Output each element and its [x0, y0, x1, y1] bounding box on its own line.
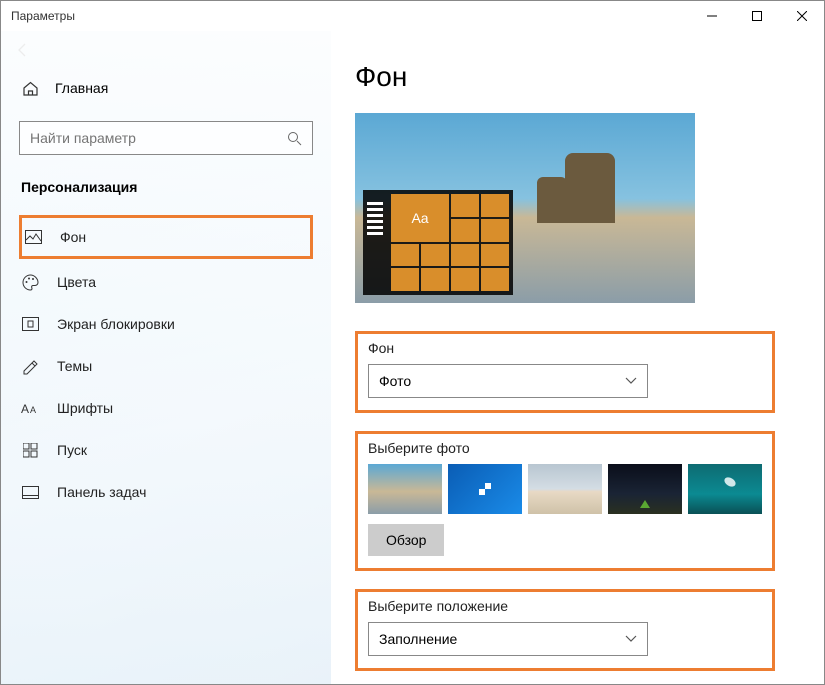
- svg-text:A: A: [30, 405, 36, 415]
- sidebar-item-themes[interactable]: Темы: [1, 345, 331, 387]
- dropdown-value: Фото: [379, 373, 411, 389]
- nav-label: Панель задач: [57, 484, 146, 500]
- chevron-down-icon: [625, 377, 637, 385]
- nav-label: Фон: [60, 229, 86, 245]
- home-label: Главная: [55, 80, 108, 96]
- photo-thumb-1[interactable]: [368, 464, 442, 514]
- section-title: Персонализация: [1, 179, 331, 213]
- chevron-down-icon: [625, 635, 637, 643]
- preview-start-mockup: Aa: [363, 190, 513, 295]
- photo-thumb-3[interactable]: [528, 464, 602, 514]
- picture-icon: [24, 228, 42, 246]
- choose-photo-section: Выберите фото Обзор: [355, 431, 775, 571]
- sidebar-item-taskbar[interactable]: Панель задач: [1, 471, 331, 513]
- position-dropdown[interactable]: Заполнение: [368, 622, 648, 656]
- themes-icon: [21, 357, 39, 375]
- background-label: Фон: [368, 340, 762, 356]
- dropdown-value: Заполнение: [379, 631, 457, 647]
- nav-label: Темы: [57, 358, 92, 374]
- photo-thumb-4[interactable]: [608, 464, 682, 514]
- sidebar-item-fonts[interactable]: AA Шрифты: [1, 387, 331, 429]
- photo-thumb-5[interactable]: [688, 464, 762, 514]
- nav-label: Шрифты: [57, 400, 113, 416]
- nav-label: Пуск: [57, 442, 87, 458]
- palette-icon: [21, 273, 39, 291]
- taskbar-icon: [21, 483, 39, 501]
- nav-label: Экран блокировки: [57, 316, 175, 332]
- start-icon: [21, 441, 39, 459]
- desktop-preview: Aa: [355, 113, 695, 303]
- sidebar-item-background[interactable]: Фон: [19, 215, 313, 259]
- position-section: Выберите положение Заполнение: [355, 589, 775, 671]
- maximize-button[interactable]: [734, 1, 779, 31]
- background-dropdown[interactable]: Фото: [368, 364, 648, 398]
- preview-tile-aa: Aa: [391, 194, 449, 242]
- fonts-icon: AA: [21, 399, 39, 417]
- photo-thumbnails: [368, 464, 762, 514]
- search-box[interactable]: [19, 121, 313, 155]
- search-icon: [287, 131, 302, 146]
- svg-text:A: A: [21, 402, 29, 415]
- minimize-button[interactable]: [689, 1, 734, 31]
- page-title: Фон: [355, 61, 800, 93]
- nav-label: Цвета: [57, 274, 96, 290]
- sidebar-item-lockscreen[interactable]: Экран блокировки: [1, 303, 331, 345]
- background-type-section: Фон Фото: [355, 331, 775, 413]
- close-button[interactable]: [779, 1, 824, 31]
- home-icon: [21, 79, 39, 97]
- choose-photo-label: Выберите фото: [368, 440, 762, 456]
- sidebar: Главная Персонализация Фон Цвета: [1, 31, 331, 684]
- home-link[interactable]: Главная: [1, 71, 331, 105]
- position-label: Выберите положение: [368, 598, 762, 614]
- settings-window: Параметры Главная: [0, 0, 825, 685]
- window-title: Параметры: [11, 9, 75, 23]
- titlebar: Параметры: [1, 1, 824, 31]
- search-input[interactable]: [30, 130, 287, 146]
- lockscreen-icon: [21, 315, 39, 333]
- browse-button[interactable]: Обзор: [368, 524, 444, 556]
- sidebar-item-colors[interactable]: Цвета: [1, 261, 331, 303]
- preview-landscape: [565, 153, 615, 223]
- window-controls: [689, 1, 824, 31]
- sidebar-item-start[interactable]: Пуск: [1, 429, 331, 471]
- main-panel: Фон Aa Фон Фото: [331, 31, 824, 684]
- photo-thumb-2[interactable]: [448, 464, 522, 514]
